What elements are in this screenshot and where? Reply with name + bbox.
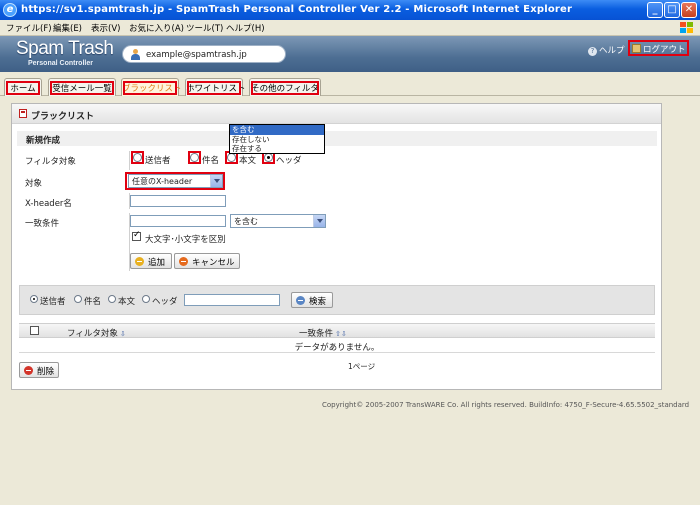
search-radio-body-label: 本文 [118, 297, 136, 307]
windows-logo-icon [680, 22, 694, 35]
search-radio-subject-label: 件名 [84, 297, 102, 307]
help-link[interactable]: ? ヘルプ [588, 44, 625, 56]
sort-icon: ⇧⇩ [335, 330, 347, 338]
match-label: 一致条件 [25, 219, 60, 229]
add-button[interactable]: 追加 [130, 253, 172, 269]
section-title: 新規作成 [26, 136, 61, 146]
sort-icon: ⇩ [119, 330, 126, 338]
select-all-checkbox[interactable] [30, 326, 39, 335]
search-input[interactable] [184, 294, 280, 306]
app-header: Spam Trash Personal Controller example@s… [0, 36, 700, 72]
chevron-down-icon [313, 215, 325, 227]
search-radio-header[interactable] [142, 295, 150, 303]
target-label: 対象 [25, 179, 43, 189]
search-radio-sender[interactable] [30, 295, 38, 303]
search-radio-sender-label: 送信者 [40, 297, 66, 307]
empty-message: データがありません。 [294, 343, 380, 353]
add-icon [135, 257, 144, 266]
menu-view[interactable]: 表示(V) [91, 22, 120, 34]
xheader-input[interactable] [130, 195, 226, 207]
tab-whitelist[interactable]: ホワイトリスト [185, 78, 246, 96]
panel-header: ブラックリスト [12, 104, 661, 124]
help-icon: ? [588, 47, 597, 56]
logout-icon [632, 44, 641, 53]
panel-title: ブラックリスト [31, 112, 95, 122]
user-account-pill: example@spamtrash.jp [122, 45, 286, 63]
chevron-down-icon [210, 175, 222, 187]
radio-sender-label: 送信者 [145, 156, 171, 166]
xheader-label: X-header名 [25, 199, 72, 209]
tab-blacklist[interactable]: ブラックリスト [121, 78, 182, 96]
radio-subject[interactable] [188, 151, 201, 164]
copyright: Copyright© 2005-2007 TransWARE Co. All r… [322, 401, 690, 409]
browser-icon: e [3, 3, 17, 17]
tab-home[interactable]: ホーム [4, 78, 42, 96]
minimize-button[interactable]: _ [647, 2, 663, 18]
nav-tabs: ホーム 受信メール一覧 ブラックリスト ホワイトリスト その他のフィルタ [0, 72, 700, 96]
radio-sender[interactable] [131, 151, 144, 164]
match-condition-select[interactable]: を含む [230, 214, 326, 228]
menu-favorites[interactable]: お気に入り(A) [129, 22, 184, 34]
menu-help[interactable]: ヘルプ(H) [226, 22, 265, 34]
search-icon [296, 296, 305, 305]
match-condition-options: を含む 存在しない 存在する [229, 124, 325, 154]
search-radio-subject[interactable] [74, 295, 82, 303]
cancel-button[interactable]: キャンセル [174, 253, 240, 269]
menu-file[interactable]: ファイル(F) [6, 22, 52, 34]
pagination: 1ページ [348, 362, 376, 371]
field-divider [129, 151, 130, 170]
list-icon [19, 109, 27, 118]
delete-icon [24, 366, 33, 375]
blacklist-panel: ブラックリスト 新規作成 フィルタ対象 送信者 件名 本文 ヘッダ 対象 任意の… [11, 103, 662, 390]
menu-tools[interactable]: ツール(T) [186, 22, 223, 34]
match-option[interactable]: 存在する [230, 144, 324, 154]
filter-target-label: フィルタ対象 [25, 157, 76, 167]
case-sensitive-label: 大文字･小文字を区別 [145, 235, 226, 245]
table-empty-row: データがありません。 [19, 338, 655, 353]
user-email: example@spamtrash.jp [146, 50, 247, 60]
window-title: https://sv1.spamtrash.jp - SpamTrash Per… [21, 4, 573, 15]
radio-body-label: 本文 [239, 156, 257, 166]
user-icon [131, 49, 140, 60]
search-radio-header-label: ヘッダ [152, 297, 178, 307]
window-titlebar: e https://sv1.spamtrash.jp - SpamTrash P… [0, 0, 700, 20]
section-header: 新規作成 [17, 131, 657, 146]
spamtrash-logo: Spam Trash Personal Controller [16, 38, 114, 67]
match-value-input[interactable] [130, 215, 226, 227]
delete-button[interactable]: 削除 [19, 362, 59, 378]
cancel-icon [179, 257, 188, 266]
search-bar: 送信者 件名 本文 ヘッダ 検索 [19, 285, 655, 315]
tab-other-filters[interactable]: その他のフィルタ [249, 78, 321, 96]
search-radio-body[interactable] [108, 295, 116, 303]
maximize-button[interactable]: □ [664, 2, 680, 18]
tab-inbox[interactable]: 受信メール一覧 [48, 78, 116, 96]
logout-button[interactable]: ログアウト [628, 40, 689, 56]
match-option[interactable]: を含む [230, 125, 324, 135]
menu-edit[interactable]: 編集(E) [53, 22, 82, 34]
case-sensitive-checkbox[interactable] [132, 230, 141, 241]
close-button[interactable]: ✕ [681, 2, 697, 18]
target-select[interactable]: 任意のX-header [128, 174, 223, 188]
radio-subject-label: 件名 [202, 156, 220, 166]
radio-header-label: ヘッダ [276, 156, 302, 166]
search-button[interactable]: 検索 [291, 292, 333, 308]
results-table-header: フィルタ対象 ⇩ 一致条件 ⇧⇩ [19, 323, 655, 339]
match-option[interactable]: 存在しない [230, 135, 324, 145]
menu-bar: ファイル(F) 編集(E) 表示(V) お気に入り(A) ツール(T) ヘルプ(… [0, 20, 700, 36]
